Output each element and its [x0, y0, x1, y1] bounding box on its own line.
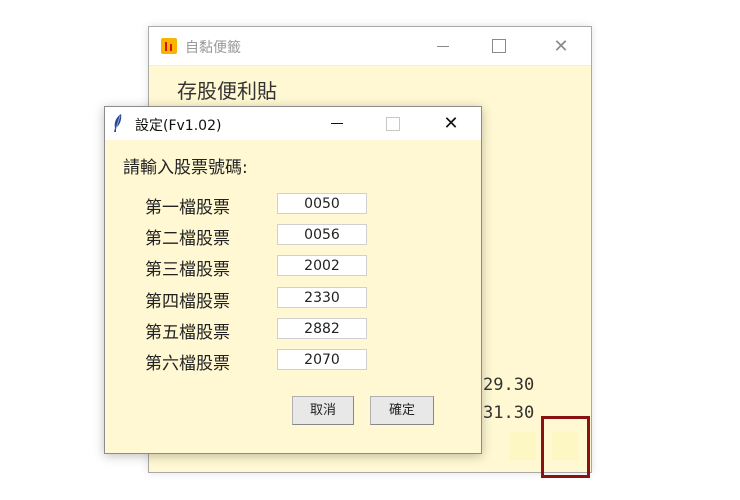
minimize-button[interactable]	[415, 27, 471, 65]
maximize-button[interactable]	[471, 27, 527, 65]
close-icon: ✕	[553, 35, 569, 57]
stock-input-5[interactable]	[277, 318, 367, 339]
cancel-button[interactable]: 取消	[292, 396, 354, 425]
stock-input-2[interactable]	[277, 224, 367, 245]
minimize-icon	[331, 123, 343, 124]
ok-button[interactable]: 確定	[370, 396, 434, 425]
maximize-icon	[492, 39, 506, 53]
stock-input-3[interactable]	[277, 255, 367, 276]
bar-chart-icon	[161, 38, 177, 54]
stock-label-1: 第一檔股票	[145, 198, 230, 218]
note-heading: 存股便利貼	[177, 79, 277, 103]
stock-input-1[interactable]	[277, 193, 367, 214]
stock-prompt: 請輸入股票號碼:	[123, 158, 248, 178]
close-icon: ✕	[443, 113, 459, 134]
maximize-icon	[386, 116, 400, 131]
highlight-box	[541, 416, 590, 478]
stock-label-6: 第六檔股票	[145, 354, 230, 374]
dialog-close-button[interactable]: ✕	[425, 107, 477, 140]
dialog-title: 設定(Fv1.02)	[135, 118, 222, 134]
feather-icon	[114, 114, 122, 132]
price-value: 29.30	[483, 375, 535, 395]
minimize-icon	[437, 45, 449, 47]
stock-label-3: 第三檔股票	[145, 260, 230, 280]
stock-input-6[interactable]	[277, 349, 367, 370]
dialog-minimize-button[interactable]	[311, 107, 363, 140]
dialog-titlebar[interactable]: 設定(Fv1.02) ✕	[105, 107, 481, 140]
stock-input-4[interactable]	[277, 287, 367, 308]
stock-label-4: 第四檔股票	[145, 292, 230, 312]
dialog-maximize-button	[367, 107, 419, 140]
close-button[interactable]: ✕	[533, 27, 589, 65]
price-value: 31.30	[483, 403, 535, 423]
sticky-note-title: 自黏便籤	[185, 40, 241, 56]
stock-label-2: 第二檔股票	[145, 229, 230, 249]
stock-label-5: 第五檔股票	[145, 323, 230, 343]
settings-dialog: 設定(Fv1.02) ✕ 請輸入股票號碼: 第一檔股票 第二檔股票 第三檔股票 …	[104, 106, 482, 454]
sticky-note-titlebar[interactable]: 自黏便籤 ✕	[149, 27, 591, 66]
color-swatch[interactable]	[510, 432, 536, 460]
